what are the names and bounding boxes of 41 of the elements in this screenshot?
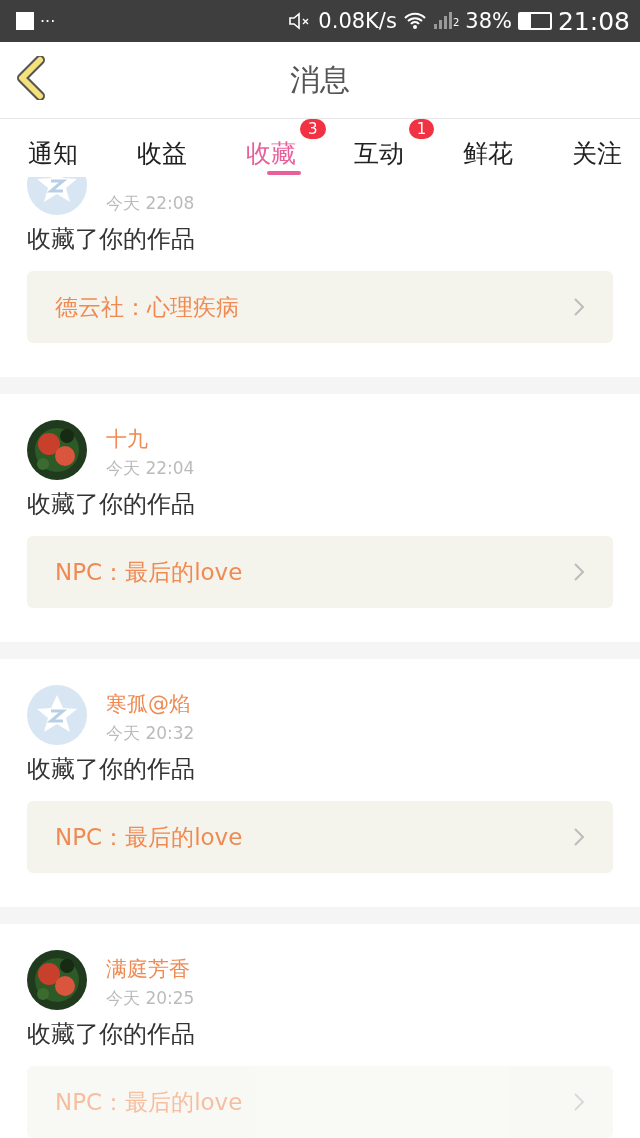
timestamp: 今天 22:08: [106, 192, 195, 215]
tab[interactable]: 收藏 3: [241, 119, 326, 177]
work-link[interactable]: NPC：最后的love: [27, 536, 613, 608]
clock: 21:08: [557, 6, 630, 36]
user-name[interactable]: 满庭芳香: [106, 955, 195, 983]
message-text: 收藏了你的作品: [27, 1019, 196, 1050]
message-text: 收藏了你的作品: [27, 754, 196, 785]
notification-icon: [16, 12, 34, 30]
user-name[interactable]: 寒孤@焰: [106, 690, 195, 718]
message-text: 收藏了你的作品: [27, 489, 196, 520]
work-link[interactable]: 德云社：心理疾病: [27, 271, 613, 343]
signal-icon: [432, 11, 453, 31]
work-link[interactable]: NPC：最后的love: [27, 801, 613, 873]
count-badge: 1: [408, 119, 435, 139]
more-notifications: ···: [40, 11, 56, 31]
back-button[interactable]: [16, 56, 46, 103]
message-text: 收藏了你的作品: [27, 224, 196, 255]
sim-number: 2: [452, 16, 460, 28]
tab[interactable]: 通知: [24, 119, 82, 177]
timestamp: 今天 22:04: [106, 457, 195, 480]
wifi-icon: [402, 11, 427, 31]
timestamp: 今天 20:25: [106, 987, 195, 1010]
network-speed: 0.08K/s: [318, 9, 397, 33]
tab[interactable]: 互动 1: [350, 119, 435, 177]
back-chevron-icon: [16, 56, 46, 100]
default-avatar-icon: [27, 685, 87, 745]
tab[interactable]: 关注: [568, 119, 626, 177]
chevron-right-icon: [573, 297, 585, 317]
timestamp: 今天 20:32: [106, 722, 195, 745]
battery-icon: [517, 12, 552, 30]
work-link[interactable]: NPC：最后的love: [27, 1066, 613, 1138]
tab[interactable]: 收益: [132, 119, 191, 177]
tab[interactable]: 鲜花: [459, 119, 518, 177]
battery-percent: 38%: [465, 9, 512, 33]
user-name[interactable]: 十九: [106, 425, 195, 453]
chevron-right-icon: [573, 562, 585, 582]
tab-underline: [266, 171, 301, 175]
chevron-right-icon: [573, 1092, 585, 1112]
page-title: 消息: [290, 60, 350, 99]
count-badge: 3: [300, 119, 326, 139]
chevron-right-icon: [573, 827, 585, 847]
